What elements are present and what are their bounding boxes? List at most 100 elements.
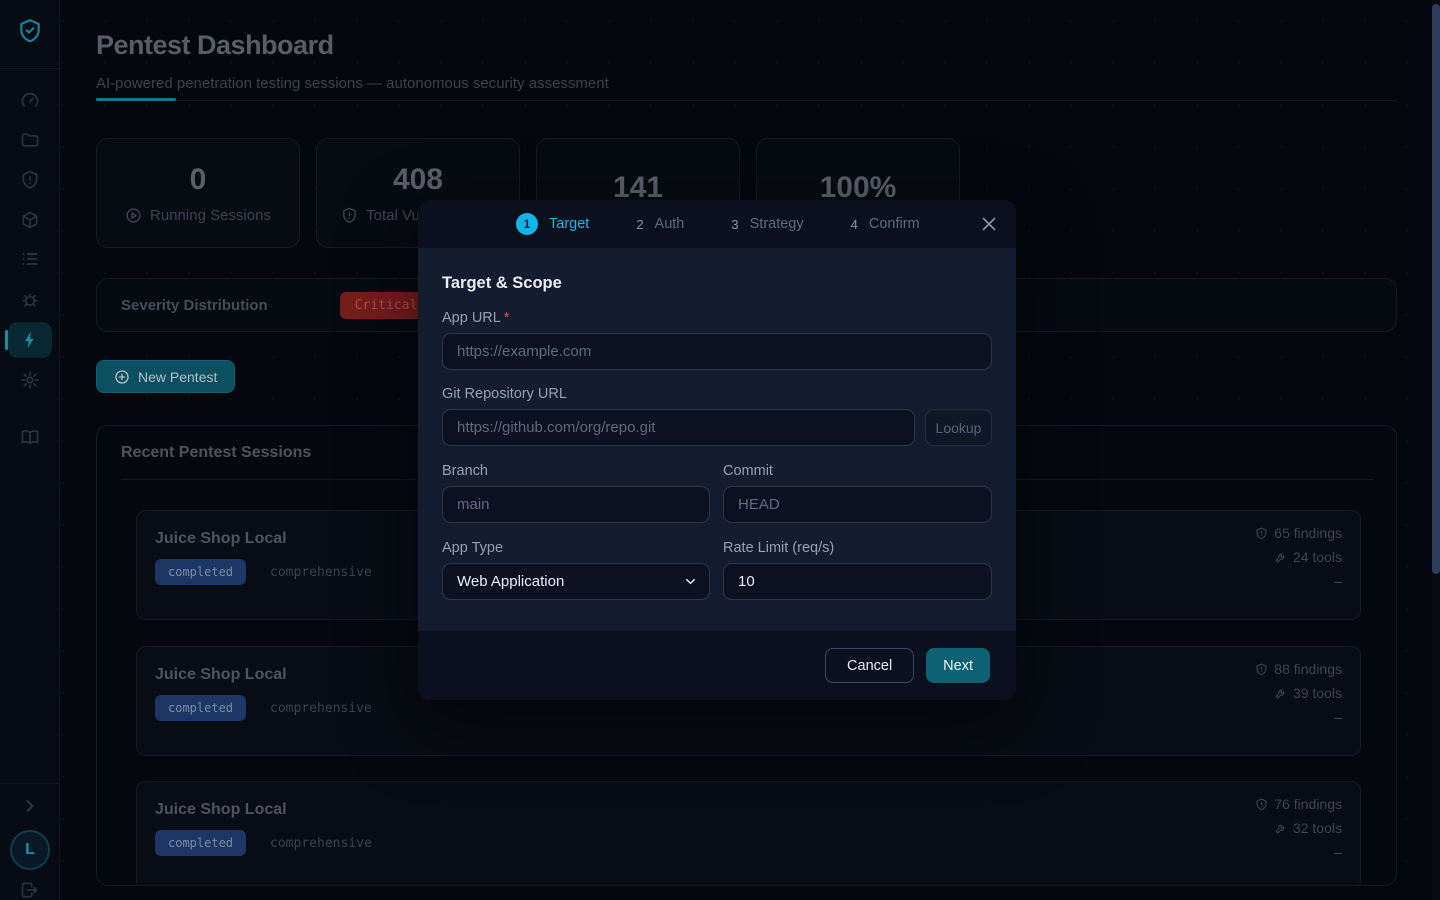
- bolt-icon: [20, 330, 40, 350]
- shield-icon: [1255, 663, 1268, 676]
- session-card[interactable]: Juice Shop Local completed comprehensive…: [136, 781, 1361, 886]
- app-type-select[interactable]: Web Application: [442, 563, 710, 600]
- tools-count: 32 tools: [1293, 820, 1342, 836]
- session-duration: –: [1334, 844, 1342, 860]
- new-pentest-button[interactable]: New Pentest: [96, 360, 235, 393]
- step-confirm[interactable]: 4 Confirm: [851, 216, 920, 232]
- sidebar-item-assets[interactable]: [8, 202, 52, 238]
- step-label: Confirm: [869, 216, 920, 232]
- list-icon: [20, 249, 40, 269]
- sidebar-item-projects[interactable]: [8, 122, 52, 158]
- session-name: Juice Shop Local: [155, 530, 287, 548]
- status-badge: completed: [155, 830, 246, 856]
- modal-footer: Cancel Next: [418, 631, 1016, 700]
- active-nav-indicator: [5, 330, 8, 350]
- step-number: 2: [636, 217, 643, 232]
- new-pentest-modal: 1 Target 2 Auth 3 Strategy 4 Confirm Tar…: [418, 200, 1016, 700]
- app-url-label: App URL: [442, 310, 501, 326]
- lookup-button[interactable]: Lookup: [925, 409, 992, 446]
- session-name: Juice Shop Local: [155, 666, 287, 684]
- sidebar: L: [0, 0, 60, 900]
- logout-button[interactable]: [8, 872, 52, 900]
- commit-input[interactable]: [723, 486, 992, 523]
- tools-count: 24 tools: [1293, 549, 1342, 565]
- gauge-icon: [20, 90, 40, 110]
- session-profile: comprehensive: [270, 565, 372, 580]
- sidebar-divider: [0, 783, 60, 784]
- step-label: Auth: [655, 216, 685, 232]
- modal-close-button[interactable]: [978, 213, 1000, 235]
- wrench-icon: [1274, 551, 1287, 564]
- new-pentest-label: New Pentest: [138, 369, 217, 385]
- tools-count: 39 tools: [1293, 685, 1342, 701]
- shield-icon: [1255, 527, 1268, 540]
- commit-label: Commit: [723, 463, 992, 479]
- step-number: 4: [851, 217, 858, 232]
- sidebar-item-bugs[interactable]: [8, 282, 52, 318]
- page-title: Pentest Dashboard: [96, 30, 609, 61]
- sidebar-item-security[interactable]: [8, 162, 52, 198]
- book-icon: [20, 427, 40, 447]
- session-name: Juice Shop Local: [155, 801, 287, 819]
- severity-title: Severity Distribution: [121, 297, 268, 314]
- wrench-icon: [1274, 687, 1287, 700]
- header-accent-bar: [96, 98, 176, 101]
- sidebar-item-pentest[interactable]: [8, 322, 52, 358]
- app-type-label: App Type: [442, 540, 710, 556]
- avatar-letter: L: [25, 841, 35, 859]
- app-logo-shield-check-icon: [17, 18, 43, 46]
- step-number: 1: [516, 213, 538, 235]
- status-badge: completed: [155, 559, 246, 585]
- user-avatar[interactable]: L: [10, 830, 50, 870]
- page-subtitle: AI-powered penetration testing sessions …: [96, 75, 609, 92]
- stat-card-running-sessions: 0 Running Sessions: [96, 138, 300, 248]
- git-url-label: Git Repository URL: [442, 386, 992, 402]
- recent-sessions-title: Recent Pentest Sessions: [121, 444, 311, 462]
- rate-limit-input[interactable]: [723, 563, 992, 600]
- step-label: Strategy: [750, 216, 804, 232]
- plus-circle-icon: [114, 369, 130, 385]
- required-asterisk: *: [504, 310, 510, 326]
- branch-input[interactable]: [442, 486, 710, 523]
- sidebar-item-reports[interactable]: [8, 241, 52, 277]
- shield-alert-icon: [20, 170, 40, 190]
- shield-icon: [1255, 798, 1268, 811]
- branch-label: Branch: [442, 463, 710, 479]
- step-auth[interactable]: 2 Auth: [636, 216, 684, 232]
- cube-icon: [20, 210, 40, 230]
- app-url-input[interactable]: [442, 333, 992, 370]
- wrench-icon: [1274, 822, 1287, 835]
- modal-stepper: 1 Target 2 Auth 3 Strategy 4 Confirm: [418, 200, 1016, 248]
- step-strategy[interactable]: 3 Strategy: [731, 216, 803, 232]
- header-divider: [96, 100, 1397, 101]
- modal-body: Target & Scope App URL* Git Repository U…: [418, 248, 1016, 631]
- findings-count: 76 findings: [1274, 796, 1342, 812]
- scrollbar-thumb[interactable]: [1432, 4, 1440, 574]
- sidebar-item-docs[interactable]: [8, 419, 52, 455]
- findings-count: 88 findings: [1274, 661, 1342, 677]
- status-badge: completed: [155, 695, 246, 721]
- session-profile: comprehensive: [270, 836, 372, 851]
- step-label: Target: [549, 216, 589, 232]
- stat-label: Running Sessions: [150, 207, 271, 224]
- close-icon: [978, 213, 1000, 235]
- rate-limit-label: Rate Limit (req/s): [723, 540, 992, 556]
- session-profile: comprehensive: [270, 701, 372, 716]
- cancel-button[interactable]: Cancel: [825, 648, 914, 683]
- folder-icon: [20, 130, 40, 150]
- chevron-right-icon: [20, 796, 40, 816]
- play-circle-icon: [125, 207, 142, 224]
- git-url-input[interactable]: [442, 409, 915, 446]
- step-target[interactable]: 1 Target: [516, 213, 589, 235]
- sidebar-item-dashboard[interactable]: [8, 82, 52, 118]
- sidebar-collapse-button[interactable]: [8, 788, 52, 824]
- bug-icon: [20, 290, 40, 310]
- stat-value: 0: [190, 163, 207, 197]
- next-button[interactable]: Next: [926, 648, 990, 683]
- scrollbar-track[interactable]: [1432, 0, 1440, 900]
- gear-icon: [20, 370, 40, 390]
- sidebar-item-settings[interactable]: [8, 362, 52, 398]
- session-duration: –: [1334, 573, 1342, 589]
- shield-icon: [341, 207, 358, 224]
- stat-value: 408: [393, 163, 443, 197]
